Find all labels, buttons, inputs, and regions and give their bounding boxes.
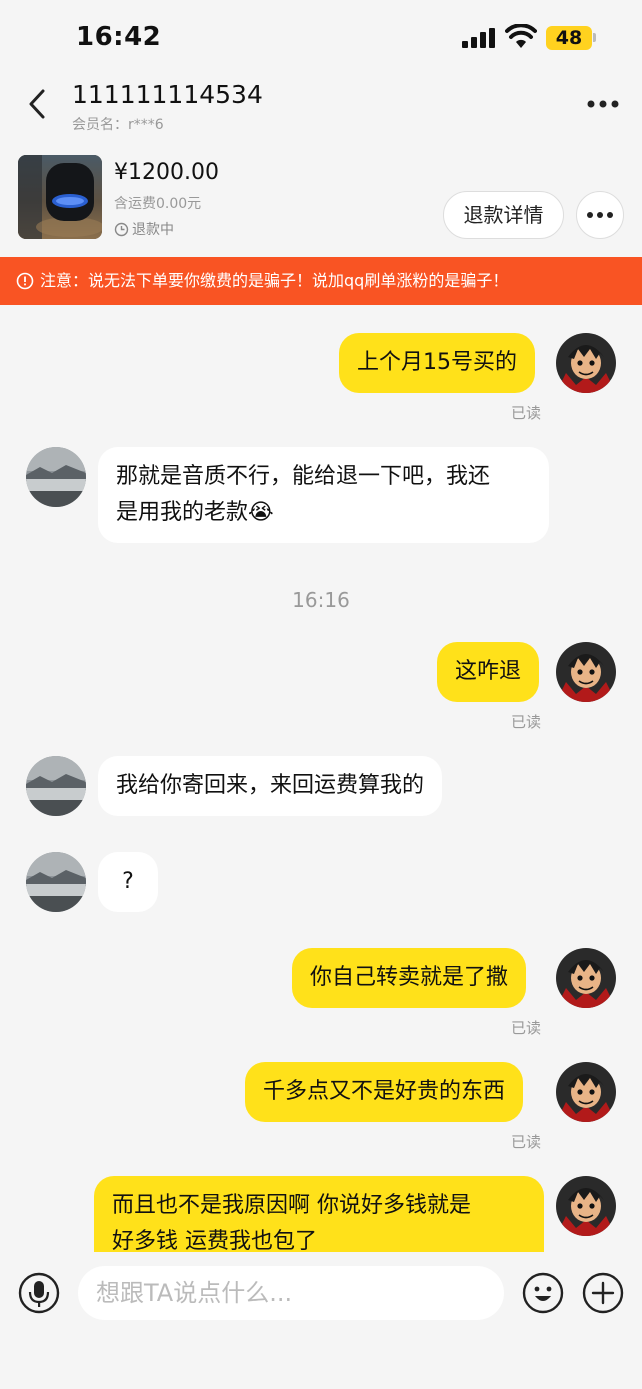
add-attachment-icon[interactable] bbox=[582, 1272, 624, 1314]
refund-status-label: 退款中 bbox=[132, 222, 174, 238]
product-more-button[interactable] bbox=[576, 191, 624, 239]
read-receipt: 已读 bbox=[511, 1133, 542, 1151]
cellular-signal-icon bbox=[462, 28, 495, 48]
emoji-icon[interactable] bbox=[522, 1272, 564, 1314]
alert-icon bbox=[16, 272, 34, 290]
warning-text: 注意：说无法下单要你缴费的是骗子！说加qq刷单涨粉的是骗子！ bbox=[40, 271, 509, 290]
message-input-bar bbox=[0, 1252, 642, 1389]
contact-name: 111111114534 bbox=[72, 80, 263, 109]
refund-details-button[interactable]: 退款详情 bbox=[443, 191, 564, 239]
message-bubble-sent[interactable]: 你自己转卖就是了撒 bbox=[292, 948, 527, 1008]
message-text: 这咋退 bbox=[455, 659, 522, 684]
status-time: 16:42 bbox=[76, 22, 162, 52]
message-bubble-received[interactable]: 我给你寄回来，来回运费算我的 bbox=[98, 756, 443, 816]
message-text-line: 那就是音质不行，能给退一下吧，我还 bbox=[116, 464, 491, 489]
message-bubble-sent[interactable]: 上个月15号买的 bbox=[339, 333, 535, 393]
my-avatar[interactable] bbox=[556, 333, 616, 393]
member-name: 会员名：r***6 bbox=[72, 117, 164, 133]
contact-avatar[interactable] bbox=[26, 852, 86, 912]
product-price: ¥1200.00 bbox=[114, 160, 219, 185]
my-avatar[interactable] bbox=[556, 1062, 616, 1122]
wifi-icon bbox=[505, 24, 537, 48]
message-text: 千多点又不是好贵的东西 bbox=[263, 1079, 506, 1104]
read-receipt: 已读 bbox=[511, 404, 542, 422]
contact-avatar[interactable] bbox=[26, 447, 86, 507]
more-options-icon[interactable] bbox=[586, 92, 620, 116]
read-receipt: 已读 bbox=[511, 713, 542, 731]
read-receipt: 已读 bbox=[511, 1019, 542, 1037]
message-text: 我给你寄回来，来回运费算我的 bbox=[116, 773, 425, 798]
battery-cap bbox=[593, 33, 596, 42]
message-bubble-sent[interactable]: 这咋退 bbox=[437, 642, 540, 702]
product-card[interactable]: ¥1200.00 含运费0.00元 退款中 退款详情 bbox=[0, 150, 642, 256]
message-text: ? bbox=[122, 869, 134, 894]
shipping-fee: 含运费0.00元 bbox=[114, 196, 202, 212]
microphone-icon[interactable] bbox=[18, 1272, 60, 1314]
contact-avatar[interactable] bbox=[26, 756, 86, 816]
message-bubble-sent[interactable]: 而且也不是我原因啊 你说好多钱就是 好多钱 运费我也包了 bbox=[94, 1176, 544, 1256]
my-avatar[interactable] bbox=[556, 1176, 616, 1236]
clock-icon bbox=[114, 222, 129, 236]
status-bar: 16:42 48 bbox=[0, 0, 642, 70]
chat-timestamp: 16:16 bbox=[292, 588, 350, 612]
message-input[interactable] bbox=[78, 1266, 504, 1320]
message-text-line: 是用我的老款😭 bbox=[116, 500, 274, 525]
back-icon[interactable] bbox=[20, 86, 56, 122]
scam-warning-banner: 注意：说无法下单要你缴费的是骗子！说加qq刷单涨粉的是骗子！ bbox=[0, 257, 642, 305]
battery-level: 48 bbox=[546, 26, 592, 50]
message-text: 你自己转卖就是了撒 bbox=[310, 965, 509, 990]
message-bubble-sent[interactable]: 千多点又不是好贵的东西 bbox=[245, 1062, 524, 1122]
my-avatar[interactable] bbox=[556, 948, 616, 1008]
message-bubble-received[interactable]: 那就是音质不行，能给退一下吧，我还 是用我的老款😭 bbox=[98, 447, 549, 543]
product-thumbnail[interactable] bbox=[18, 155, 102, 239]
message-text-line: 而且也不是我原因啊 你说好多钱就是 bbox=[112, 1193, 471, 1218]
chat-header: 111111114534 会员名：r***6 bbox=[0, 70, 642, 142]
more-dots-icon bbox=[587, 212, 613, 218]
message-bubble-received[interactable]: ? bbox=[98, 852, 158, 912]
refund-status: 退款中 bbox=[114, 219, 174, 239]
my-avatar[interactable] bbox=[556, 642, 616, 702]
message-text: 上个月15号买的 bbox=[357, 350, 517, 375]
